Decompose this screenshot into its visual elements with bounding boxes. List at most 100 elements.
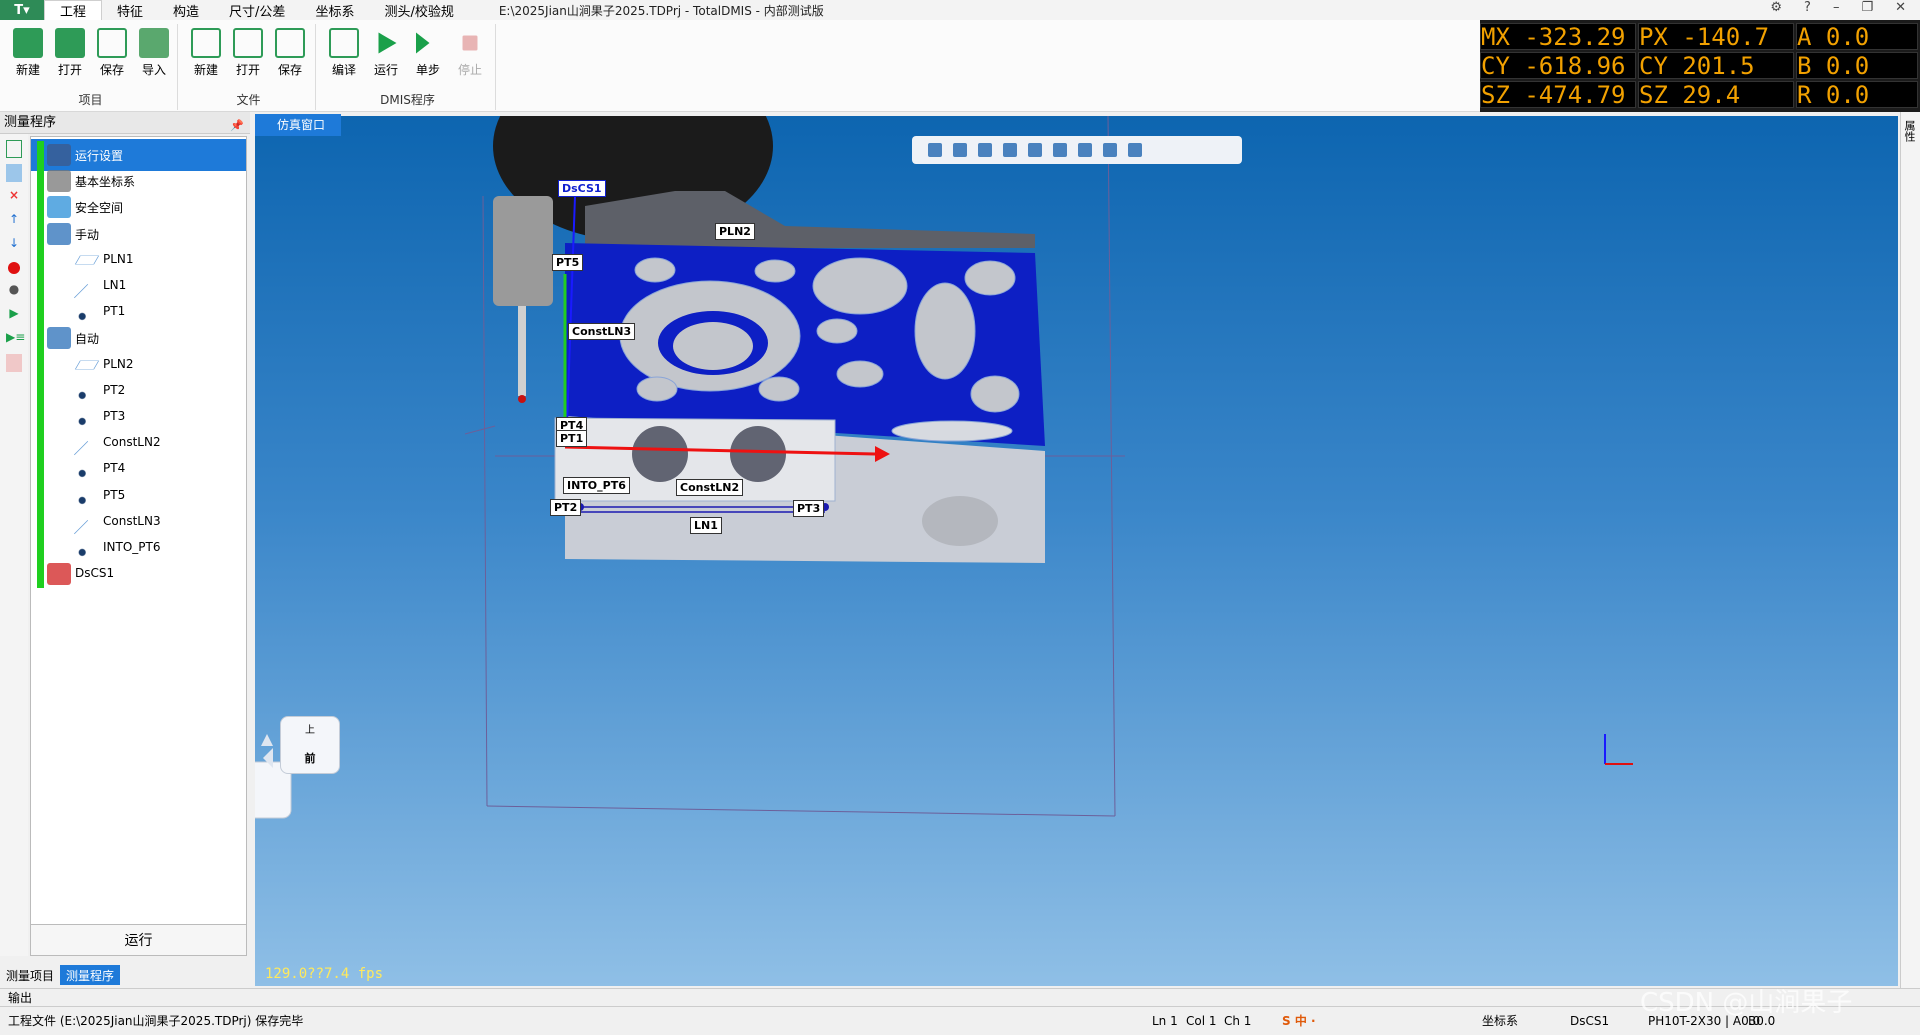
stop-button[interactable]: 停止 — [450, 26, 490, 78]
readout-cell: A 0.0 — [1796, 23, 1918, 50]
tree-item-label: ConstLN3 — [103, 513, 161, 528]
tab-csys[interactable]: 坐标系 — [300, 0, 369, 20]
open-project-button[interactable]: 打开 — [50, 26, 90, 78]
tab-measure-program[interactable]: 测量程序 — [60, 965, 121, 985]
new-project-button[interactable]: 新建 — [8, 26, 48, 78]
play-icon[interactable]: ▶ — [6, 306, 22, 324]
close-icon[interactable]: ✕ — [1895, 0, 1906, 15]
program-panel: 测量程序 📌 × ↑ ↓ ● ▶ ▶≡ 运行设置 基本坐标系 安全空间 手动 PLN1 LN… — [0, 112, 250, 982]
readout-cell: CY 201.5 — [1638, 52, 1794, 79]
plane-icon — [74, 360, 100, 369]
import-button[interactable]: 导入 — [134, 26, 174, 78]
title-bar: T▾ 工程 特征 构造 尺寸/公差 坐标系 测头/校验规 E:\2025Jian… — [0, 0, 1920, 20]
view-cube-icon[interactable] — [1028, 143, 1042, 157]
stop-icon[interactable] — [6, 354, 22, 372]
zoom-icon[interactable] — [978, 143, 992, 157]
label-into-pt6[interactable]: INTO_PT6 — [563, 477, 630, 494]
properties-sidebar[interactable]: 属性 — [1900, 112, 1920, 1004]
pin-icon[interactable] — [1128, 143, 1142, 157]
minimize-icon[interactable]: – — [1833, 0, 1840, 15]
view-toolbar — [912, 136, 1242, 164]
move-down-icon[interactable]: ↓ — [6, 236, 22, 254]
status-message: 工程文件 (E:\2025Jian山涧果子2025.TDPrj) 保存完毕 — [8, 1014, 304, 1028]
app-menu-button[interactable]: T▾ — [0, 0, 44, 20]
eye-icon[interactable] — [1103, 143, 1117, 157]
simulation-viewport[interactable]: 上 前 DsCS1 PLN2 PT5 ConstLN3 PT4 PT1 INTO… — [255, 116, 1898, 986]
step-button[interactable]: 单步 — [408, 26, 448, 78]
document-icon[interactable] — [6, 140, 22, 158]
step-icon[interactable]: ▶≡ — [6, 330, 25, 348]
settings-icon[interactable]: ⚙ — [1770, 0, 1782, 15]
table-icon[interactable] — [6, 164, 22, 182]
tab-measure-items[interactable]: 测量项目 — [0, 965, 60, 985]
window-title: E:\2025Jian山涧果子2025.TDPrj - TotalDMIS - … — [498, 3, 824, 18]
tab-probe[interactable]: 测头/校验规 — [369, 0, 468, 20]
label-dscs1[interactable]: DsCS1 — [558, 180, 606, 197]
tab-simulation-window[interactable]: 仿真窗口 — [255, 114, 341, 136]
label-pt5[interactable]: PT5 — [552, 254, 584, 271]
tree-item-label: INTO_PT6 — [103, 540, 161, 554]
input-method-icon[interactable]: S 中 · — [1282, 1007, 1316, 1035]
save-file-button[interactable]: 保存 — [270, 26, 310, 78]
filter-icon[interactable] — [1078, 143, 1092, 157]
tab-project[interactable]: 工程 — [44, 0, 103, 20]
help-icon[interactable]: ? — [1804, 0, 1811, 15]
status-col: Col 1 — [1186, 1014, 1217, 1028]
select-icon[interactable] — [1053, 143, 1067, 157]
front-hole-2 — [730, 426, 786, 482]
tree-item-label: PLN1 — [103, 251, 134, 266]
output-panel-tab[interactable]: 输出 — [0, 988, 1920, 1006]
probe-body — [493, 196, 553, 306]
group-project-label: 项目 — [78, 93, 103, 107]
record-icon[interactable] — [8, 262, 20, 274]
label-pt3[interactable]: PT3 — [793, 500, 825, 517]
label-pt2[interactable]: PT2 — [550, 499, 582, 516]
label-pln2[interactable]: PLN2 — [715, 223, 755, 240]
label-constln3[interactable]: ConstLN3 — [568, 323, 636, 340]
pin-icon[interactable]: 📌 — [230, 115, 244, 137]
point-icon — [75, 301, 99, 324]
readout-cell: PX -140.7 — [1638, 23, 1794, 50]
tab-construct[interactable]: 构造 — [158, 0, 214, 20]
readout-cell: MX -323.29 — [1480, 23, 1636, 50]
watermark: CSDN @山涧果子 — [1640, 988, 1853, 1018]
readout-cell: SZ 29.4 — [1638, 81, 1794, 108]
group-file-label: 文件 — [236, 93, 261, 107]
label-constln2[interactable]: ConstLN2 — [676, 479, 744, 496]
csys-dropdown[interactable]: DsCS1 — [1570, 1007, 1609, 1035]
move-up-icon[interactable]: ↑ — [6, 212, 22, 230]
rotate-icon[interactable] — [928, 143, 942, 157]
readout-cell: SZ -474.79 — [1480, 81, 1636, 108]
label-pt1[interactable]: PT1 — [556, 430, 588, 447]
new-file-button[interactable]: 新建 — [186, 26, 226, 78]
coordinate-readout: MX -323.29 PX -140.7 A 0.0 CY -618.96 CY… — [1480, 20, 1920, 112]
tab-feature[interactable]: 特征 — [102, 0, 158, 20]
view-cube-face[interactable]: 上 前 — [280, 716, 340, 774]
tab-dimension[interactable]: 尺寸/公差 — [214, 0, 300, 20]
group-file: 新建 打开 保存 文件 — [182, 24, 316, 110]
csys-label: 坐标系 — [1482, 1014, 1519, 1028]
cube-front-label: 前 — [304, 752, 316, 765]
breakpoint-icon[interactable]: ● — [6, 282, 22, 300]
maximize-icon[interactable]: ❐ — [1861, 0, 1873, 15]
delete-icon[interactable]: × — [6, 188, 22, 206]
run-button[interactable]: 运行 — [366, 26, 406, 78]
tree-item-label: LN1 — [103, 278, 127, 292]
tree-item-dscs1[interactable]: DsCS1 — [31, 558, 246, 590]
ribbon: 新建 打开 保存 导入 项目 新建 打开 保存 文件 编译 运行 单步 停止 D… — [0, 20, 1480, 112]
front-hole-1 — [632, 426, 688, 482]
open-file-button[interactable]: 打开 — [228, 26, 268, 78]
fit-icon[interactable] — [1003, 143, 1017, 157]
run-program-button[interactable]: 运行 — [30, 924, 247, 956]
group-dmis: 编译 运行 单步 停止 DMIS程序 — [320, 24, 496, 110]
status-bar-indicator — [37, 560, 44, 589]
pan-icon[interactable] — [953, 143, 967, 157]
properties-tab-label[interactable]: 属性 — [1901, 120, 1917, 142]
folder-tree-icon — [47, 222, 71, 245]
vertical-toolbar: × ↑ ↓ ● ▶ ▶≡ — [0, 134, 28, 956]
compile-button[interactable]: 编译 — [324, 26, 364, 78]
save-project-button[interactable]: 保存 — [92, 26, 132, 78]
label-ln1[interactable]: LN1 — [690, 517, 722, 534]
plane-icon — [74, 255, 100, 265]
group-dmis-label: DMIS程序 — [380, 93, 435, 107]
